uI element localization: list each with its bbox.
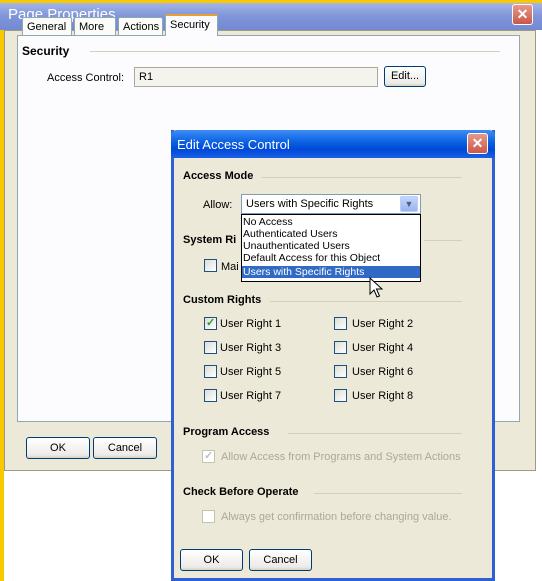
user-right-6-checkbox[interactable] xyxy=(334,365,347,378)
program-access-checkbox[interactable] xyxy=(202,449,215,463)
dropdown-option-users-with-specific-rights[interactable]: Users with Specific Rights xyxy=(242,266,420,278)
user-right-1-label: User Right 1 xyxy=(220,318,282,330)
dialog-ok-button[interactable]: OK xyxy=(180,549,243,571)
access-control-field[interactable]: R1 xyxy=(134,67,378,87)
user-right-5-label: User Right 5 xyxy=(220,366,282,378)
access-mode-heading: Access Mode xyxy=(183,170,254,182)
program-access-heading: Program Access xyxy=(183,426,270,438)
dialog-cancel-button[interactable]: Cancel xyxy=(249,549,312,571)
user-right-8-checkbox[interactable] xyxy=(334,389,347,402)
section-divider xyxy=(90,51,500,52)
dropdown-option-default-access[interactable]: Default Access for this Object xyxy=(243,252,418,264)
tab-more[interactable]: More xyxy=(74,17,116,35)
dropdown-option-authenticated-users[interactable]: Authenticated Users xyxy=(243,228,418,240)
user-right-2-label: User Right 2 xyxy=(352,318,414,330)
user-right-8-label: User Right 8 xyxy=(352,390,414,402)
user-right-4-checkbox[interactable] xyxy=(334,341,347,354)
mouse-pointer-icon xyxy=(369,277,383,298)
confirm-before-change-label: Always get confirmation before changing … xyxy=(221,511,452,523)
user-right-3-label: User Right 3 xyxy=(220,342,282,354)
edit-button[interactable]: Edit... xyxy=(384,66,426,87)
tab-actions[interactable]: Actions xyxy=(118,17,163,35)
user-right-4-label: User Right 4 xyxy=(352,342,414,354)
background-area xyxy=(4,471,169,581)
close-icon[interactable]: ✕ xyxy=(467,133,488,154)
custom-rights-heading: Custom Rights xyxy=(183,294,262,306)
tab-security[interactable]: Security xyxy=(165,14,218,36)
user-right-7-label: User Right 7 xyxy=(220,390,282,402)
user-right-1-checkbox[interactable] xyxy=(204,316,217,330)
dropdown-option-unauthenticated-users[interactable]: Unauthenticated Users xyxy=(243,240,418,252)
user-right-5-checkbox[interactable] xyxy=(204,365,217,378)
ok-button[interactable]: OK xyxy=(26,437,90,459)
close-icon[interactable]: ✕ xyxy=(512,4,533,25)
cancel-button[interactable]: Cancel xyxy=(93,437,157,459)
user-right-6-label: User Right 6 xyxy=(352,366,414,378)
section-divider xyxy=(288,433,462,434)
access-control-label: Access Control: xyxy=(47,72,125,84)
allow-select[interactable]: Users with Specific Rights xyxy=(241,194,421,214)
check-before-operate-heading: Check Before Operate xyxy=(183,486,299,498)
security-section-heading: Security xyxy=(22,44,70,58)
tab-general[interactable]: General xyxy=(22,17,72,35)
section-divider xyxy=(262,177,462,178)
user-right-2-checkbox[interactable] xyxy=(334,317,347,330)
user-right-3-checkbox[interactable] xyxy=(204,341,217,354)
chevron-down-icon[interactable]: ▼ xyxy=(400,196,418,212)
section-divider xyxy=(424,240,462,241)
program-access-label: Allow Access from Programs and System Ac… xyxy=(221,451,461,463)
edit-access-control-title: Edit Access Control xyxy=(177,137,290,152)
maintain-label: Mai xyxy=(221,261,239,273)
allow-label: Allow: xyxy=(203,199,233,211)
dropdown-option-no-access[interactable]: No Access xyxy=(243,216,418,228)
confirm-before-change-checkbox[interactable] xyxy=(202,510,215,523)
section-divider xyxy=(314,493,462,494)
maintain-checkbox[interactable] xyxy=(204,259,217,272)
system-rights-heading: System Ri xyxy=(183,234,237,246)
user-right-7-checkbox[interactable] xyxy=(204,389,217,402)
section-divider xyxy=(270,301,462,302)
